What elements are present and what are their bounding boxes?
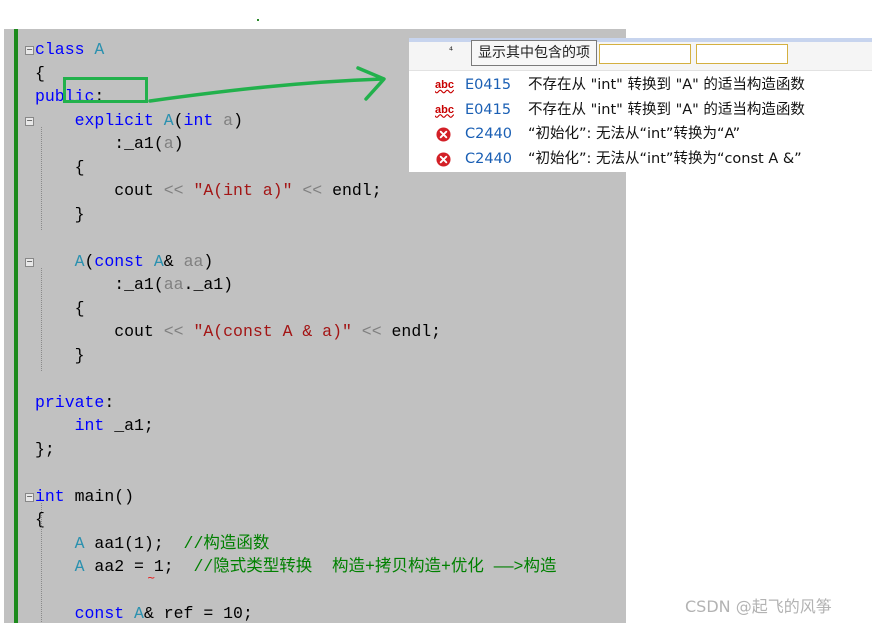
error-code-link[interactable]: E0415 (465, 98, 511, 122)
error-list-row[interactable]: C2440 “初始化”: 无法从“int”转换为“A” (409, 122, 872, 146)
error-list-row[interactable]: abc E0415 不存在从 "int" 转换到 "A" 的适当构造函数 (409, 73, 872, 97)
error-code-link[interactable]: C2440 (465, 147, 512, 171)
tooltip: 显示其中包含的项 (471, 40, 597, 66)
header-filter-box[interactable] (696, 44, 788, 64)
error-description: 不存在从 "int" 转换到 "A" 的适当构造函数 (528, 77, 805, 93)
header-filter-box[interactable] (599, 44, 691, 64)
error-code-link[interactable]: C2440 (465, 122, 512, 146)
error-list-row[interactable]: C2440 “初始化”: 无法从“int”转换为“const A &” (409, 147, 872, 171)
column-filter-icon[interactable]: ⁴ (449, 46, 453, 57)
spell-error-icon: abc (435, 79, 454, 91)
error-code-link[interactable]: E0415 (465, 73, 511, 97)
spell-error-icon: abc (435, 103, 454, 116)
error-circle-icon (436, 151, 451, 167)
error-circle-icon (436, 127, 451, 142)
error-description: 不存在从 "int" 转换到 "A" 的适当构造函数 (528, 101, 805, 118)
error-list-row[interactable]: abc E0415 不存在从 "int" 转换到 "A" 的适当构造函数 (409, 98, 872, 122)
error-description: “初始化”: 无法从“int”转换为“const A &” (528, 150, 802, 167)
watermark: CSDN @起飞的风筝 (685, 597, 832, 616)
error-description: “初始化”: 无法从“int”转换为“A” (528, 126, 741, 142)
